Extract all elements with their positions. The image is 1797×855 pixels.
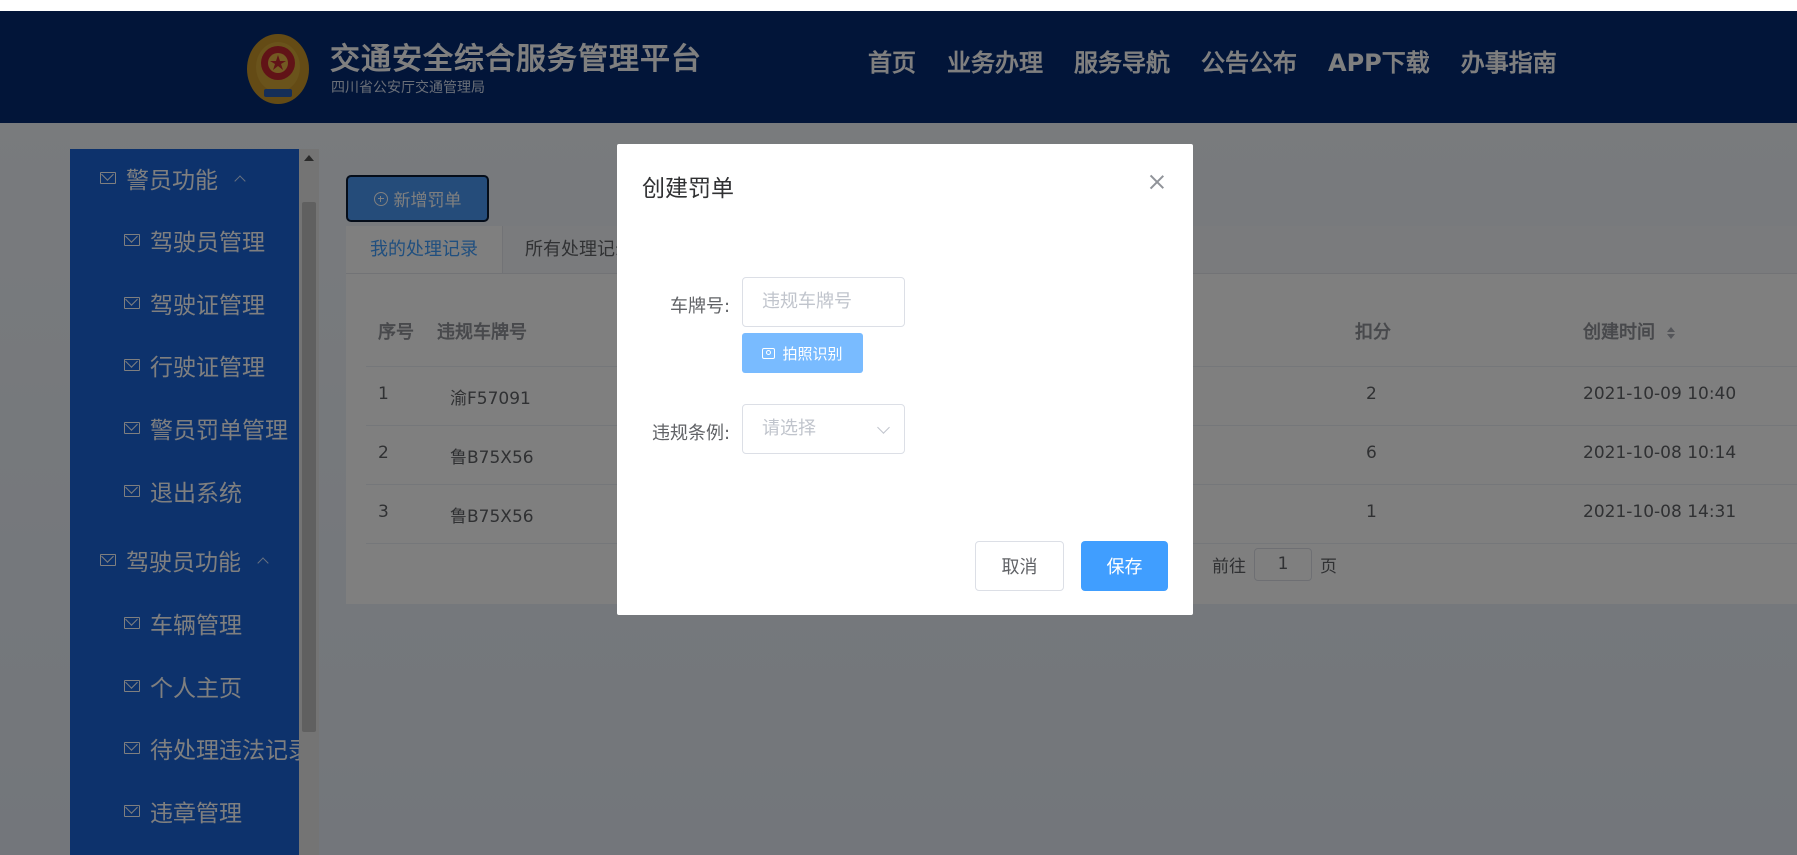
save-button[interactable]: 保存 bbox=[1081, 541, 1168, 591]
rule-select-placeholder: 请选择 bbox=[762, 418, 816, 439]
plate-label: 车牌号: bbox=[670, 296, 731, 317]
cancel-button[interactable]: 取消 bbox=[975, 541, 1064, 591]
plate-input[interactable]: 违规车牌号 bbox=[742, 277, 905, 327]
close-icon[interactable] bbox=[1149, 174, 1165, 190]
camera-icon bbox=[762, 347, 776, 359]
rule-select[interactable]: 请选择 bbox=[742, 404, 905, 454]
dialog-title: 创建罚单 bbox=[642, 176, 734, 202]
rule-label: 违规条例: bbox=[652, 423, 731, 444]
photo-recognize-button[interactable]: 拍照识别 bbox=[742, 333, 863, 373]
photo-recognize-label: 拍照识别 bbox=[782, 344, 843, 363]
create-ticket-dialog: 创建罚单 车牌号: 违规车牌号 拍照识别 违规条例: 请选择 取消 保存 bbox=[617, 144, 1193, 615]
chevron-down-icon bbox=[877, 421, 890, 434]
top-strip bbox=[0, 0, 1797, 11]
